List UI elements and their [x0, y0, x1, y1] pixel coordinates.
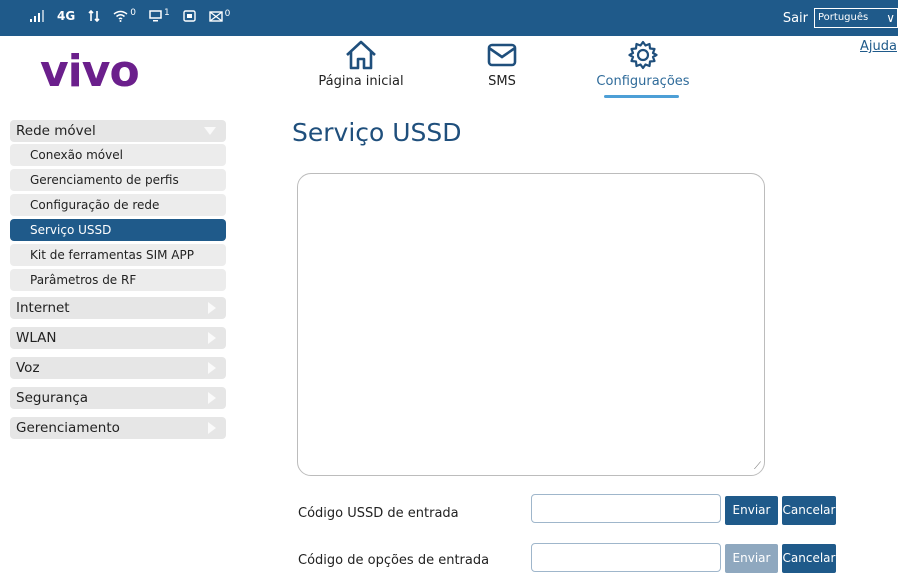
help-link[interactable]: Ajuda [860, 39, 897, 54]
sidebar-group-rede-movel[interactable]: Rede móvel [10, 120, 226, 142]
device-count: 1 [163, 8, 170, 18]
sidebar-item-conexao-movel[interactable]: Conexão móvel [10, 144, 226, 166]
sidebar-item-sim-toolkit[interactable]: Kit de ferramentas SIM APP [10, 244, 226, 266]
options-code-label: Código de opções de entrada [298, 553, 490, 568]
logout-link[interactable]: Sair [783, 11, 808, 26]
cancel-ussd-button[interactable]: Cancelar [782, 496, 836, 525]
sidebar-group-label: WLAN [16, 330, 57, 346]
device-icon [149, 10, 162, 22]
sidebar-group-label: Rede móvel [16, 123, 96, 139]
nav-home-label: Página inicial [318, 74, 404, 89]
nav-settings-label: Configurações [596, 74, 690, 89]
sidebar-submenu: Conexão móvel Gerenciamento de perfis Co… [10, 144, 226, 291]
sidebar-group-seguranca[interactable]: Segurança [10, 387, 226, 409]
sidebar-group-label: Internet [16, 300, 70, 316]
options-code-input[interactable] [531, 543, 721, 572]
envelope-icon [487, 43, 517, 67]
status-bar: 4G 0 1 0 Sair Português ∨ [0, 0, 898, 36]
sidebar-item-gerenciamento-perfis[interactable]: Gerenciamento de perfis [10, 169, 226, 191]
triangle-down-icon [204, 127, 216, 135]
status-indicators: 4G 0 1 0 [30, 8, 243, 23]
signal-icon [30, 10, 44, 22]
page-title: Serviço USSD [292, 118, 462, 147]
sms-status: 0 [208, 8, 231, 22]
ussd-output-textarea[interactable]: ⟋ [297, 173, 765, 476]
chevron-down-icon: ∨ [886, 11, 895, 25]
session-controls: Sair Português ∨ [783, 8, 898, 28]
wifi-status: 0 [113, 8, 136, 22]
ussd-code-input[interactable] [531, 494, 721, 523]
sidebar-group-wlan[interactable]: WLAN [10, 327, 226, 349]
language-value: Português [818, 12, 869, 23]
network-type: 4G [57, 9, 76, 23]
language-select[interactable]: Português ∨ [814, 8, 898, 28]
sms-icon [208, 10, 223, 22]
sidebar-group-gerenciamento[interactable]: Gerenciamento [10, 417, 226, 439]
nav-home[interactable]: Página inicial [313, 40, 409, 89]
cancel-options-button[interactable]: Cancelar [782, 544, 836, 573]
wifi-icon [113, 10, 128, 22]
triangle-right-icon [208, 392, 216, 404]
sidebar-group-label: Segurança [16, 390, 89, 406]
ussd-code-label: Código USSD de entrada [298, 506, 459, 521]
device-status: 1 [149, 8, 170, 22]
active-nav-indicator [604, 95, 679, 98]
home-icon [346, 40, 376, 70]
sidebar-group-internet[interactable]: Internet [10, 297, 226, 319]
nav-sms-label: SMS [488, 74, 516, 89]
sidebar-item-parametros-rf[interactable]: Parâmetros de RF [10, 269, 226, 291]
wifi-count: 0 [130, 8, 136, 18]
sim-icon [182, 10, 196, 22]
send-options-button[interactable]: Enviar [725, 544, 778, 573]
resize-grip-icon[interactable]: ⟋ [754, 461, 761, 472]
triangle-right-icon [208, 422, 216, 434]
sidebar-group-label: Voz [16, 360, 40, 376]
sidebar-item-configuracao-rede[interactable]: Configuração de rede [10, 194, 226, 216]
nav-sms[interactable]: SMS [477, 40, 527, 89]
triangle-right-icon [208, 302, 216, 314]
triangle-right-icon [208, 332, 216, 344]
sms-count: 0 [224, 8, 231, 19]
sidebar-group-label: Gerenciamento [16, 420, 120, 436]
sidebar: Rede móvel Conexão móvel Gerenciamento d… [10, 120, 226, 447]
gear-icon [628, 40, 658, 70]
send-ussd-button[interactable]: Enviar [725, 496, 778, 525]
data-transfer-icon [88, 10, 100, 22]
vivo-logo[interactable]: vivo [40, 46, 140, 97]
sidebar-group-voz[interactable]: Voz [10, 357, 226, 379]
nav-settings[interactable]: Configurações [588, 40, 698, 89]
sidebar-item-servico-ussd[interactable]: Serviço USSD [10, 219, 226, 241]
triangle-right-icon [208, 362, 216, 374]
